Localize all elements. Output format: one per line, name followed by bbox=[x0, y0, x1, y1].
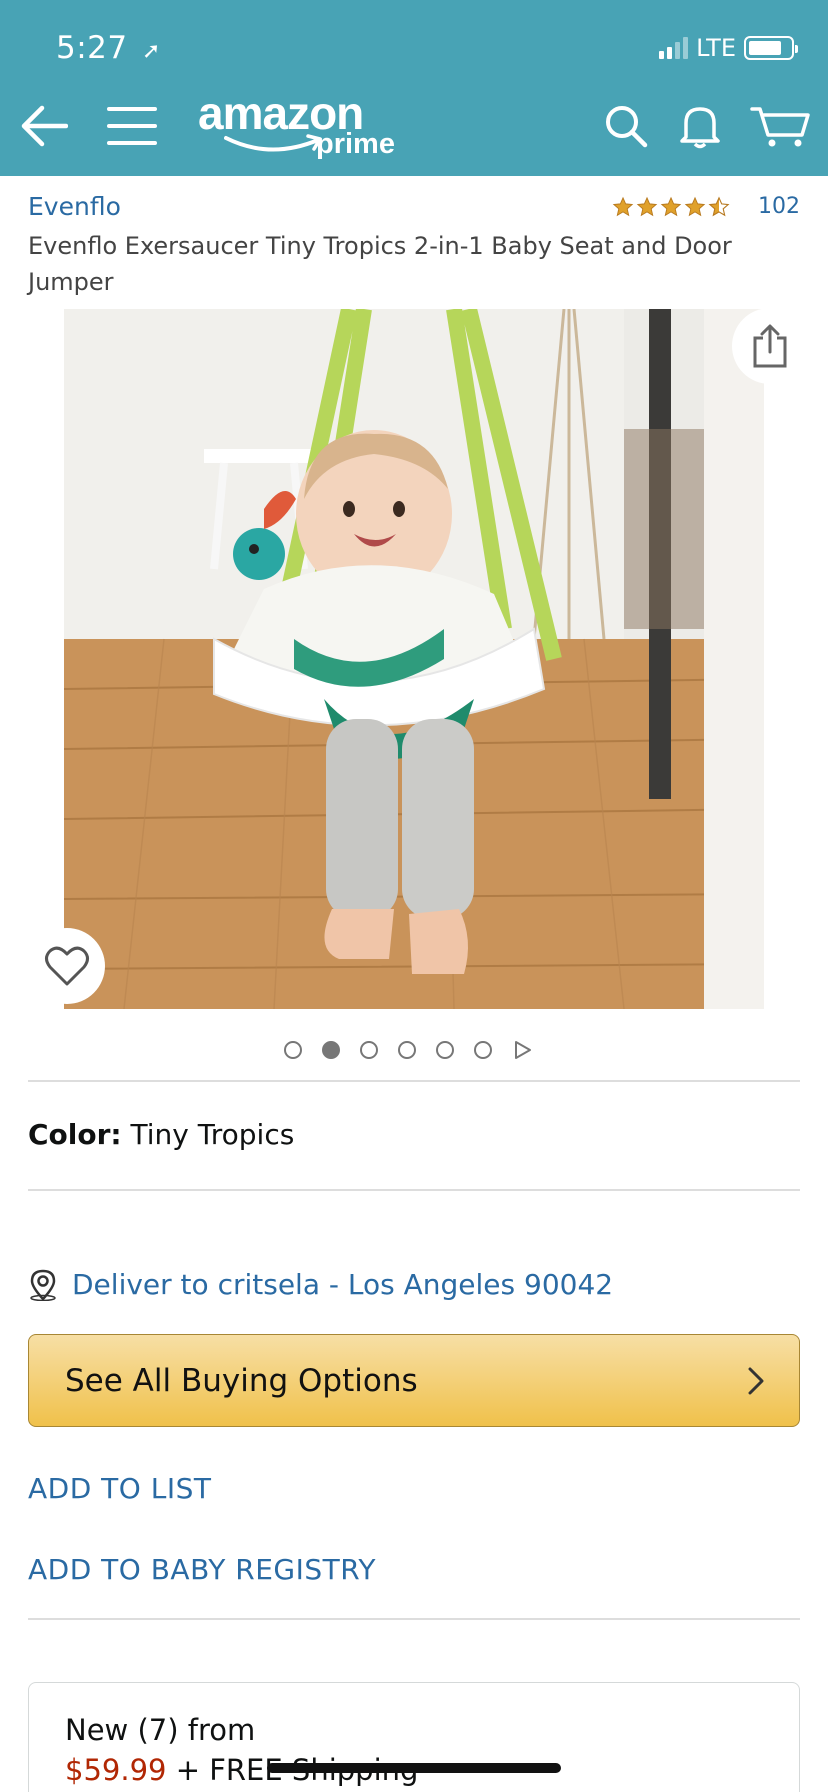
star-full-icon bbox=[612, 196, 634, 216]
share-button[interactable] bbox=[732, 308, 808, 384]
video-play-icon[interactable] bbox=[512, 1040, 532, 1060]
status-time: 5:27 ➚ bbox=[56, 30, 161, 66]
search-button[interactable] bbox=[596, 96, 656, 156]
carousel-dot[interactable] bbox=[474, 1041, 492, 1059]
hamburger-menu-icon bbox=[107, 107, 157, 145]
chevron-right-icon bbox=[748, 1367, 764, 1394]
color-value: Tiny Tropics bbox=[130, 1118, 295, 1151]
section-divider bbox=[28, 1618, 800, 1620]
deliver-to-link[interactable]: Deliver to critsela - Los Angeles 90042 bbox=[28, 1268, 613, 1301]
star-full-icon bbox=[636, 196, 658, 216]
carousel-dot[interactable] bbox=[398, 1041, 416, 1059]
rating-count: 102 bbox=[758, 194, 800, 219]
offer-price: $59.99 bbox=[65, 1753, 167, 1787]
back-button[interactable] bbox=[14, 96, 74, 156]
location-arrow-icon: ➚ bbox=[141, 39, 161, 64]
wishlist-heart-button[interactable] bbox=[29, 928, 105, 1004]
amazon-prime-logo[interactable]: amazon prime bbox=[198, 87, 408, 162]
new-offers-count: New (7) from bbox=[65, 1713, 256, 1747]
star-full-icon bbox=[684, 196, 706, 216]
carousel-dot[interactable] bbox=[436, 1041, 454, 1059]
location-pin-icon bbox=[30, 1269, 56, 1301]
carousel-dot[interactable] bbox=[360, 1041, 378, 1059]
star-half-icon bbox=[708, 195, 730, 216]
status-time-text: 5:27 bbox=[56, 30, 128, 66]
image-carousel-indicator[interactable] bbox=[284, 1040, 532, 1060]
product-image[interactable] bbox=[64, 309, 764, 1009]
notifications-button[interactable] bbox=[670, 96, 730, 156]
see-all-buying-options-button[interactable]: See All Buying Options bbox=[28, 1334, 800, 1427]
cart-icon bbox=[750, 107, 810, 147]
search-icon bbox=[606, 106, 648, 148]
home-indicator[interactable] bbox=[267, 1763, 561, 1773]
battery-icon bbox=[744, 36, 798, 60]
menu-button[interactable] bbox=[102, 96, 162, 156]
add-to-list-link[interactable]: ADD TO LIST bbox=[28, 1472, 211, 1505]
product-title: Evenflo Exersaucer Tiny Tropics 2-in-1 B… bbox=[28, 232, 732, 296]
color-label: Color: bbox=[28, 1118, 122, 1151]
star-rating bbox=[612, 195, 730, 218]
section-divider bbox=[28, 1189, 800, 1191]
rating-summary[interactable]: 102 bbox=[612, 194, 800, 219]
brand-link[interactable]: Evenflo bbox=[28, 192, 121, 221]
app-header: 5:27 ➚ LTE amazon prime bbox=[0, 0, 828, 176]
new-offers-card[interactable]: New (7) from $59.99 + FREE Shipping bbox=[28, 1682, 800, 1792]
share-icon bbox=[753, 324, 787, 368]
color-selection: Color: Tiny Tropics bbox=[28, 1118, 294, 1151]
status-indicators: LTE bbox=[659, 34, 798, 62]
heart-icon bbox=[45, 946, 89, 986]
signal-icon bbox=[659, 37, 689, 59]
cart-button[interactable] bbox=[748, 96, 814, 156]
carousel-dot-active[interactable] bbox=[322, 1041, 340, 1059]
baby-jumper-photo bbox=[64, 309, 764, 1009]
deliver-to-text: Deliver to critsela - Los Angeles 90042 bbox=[72, 1268, 614, 1301]
back-arrow-icon bbox=[21, 105, 68, 147]
network-label: LTE bbox=[696, 34, 736, 62]
carousel-dot[interactable] bbox=[284, 1041, 302, 1059]
bell-icon bbox=[680, 107, 720, 149]
star-full-icon bbox=[660, 196, 682, 216]
section-divider bbox=[28, 1080, 800, 1082]
see-all-buying-options-label: See All Buying Options bbox=[65, 1362, 418, 1399]
smile-arrow-icon bbox=[224, 134, 322, 152]
add-to-baby-registry-link[interactable]: ADD TO BABY REGISTRY bbox=[28, 1553, 376, 1586]
logo-prime-text: prime bbox=[316, 128, 395, 160]
